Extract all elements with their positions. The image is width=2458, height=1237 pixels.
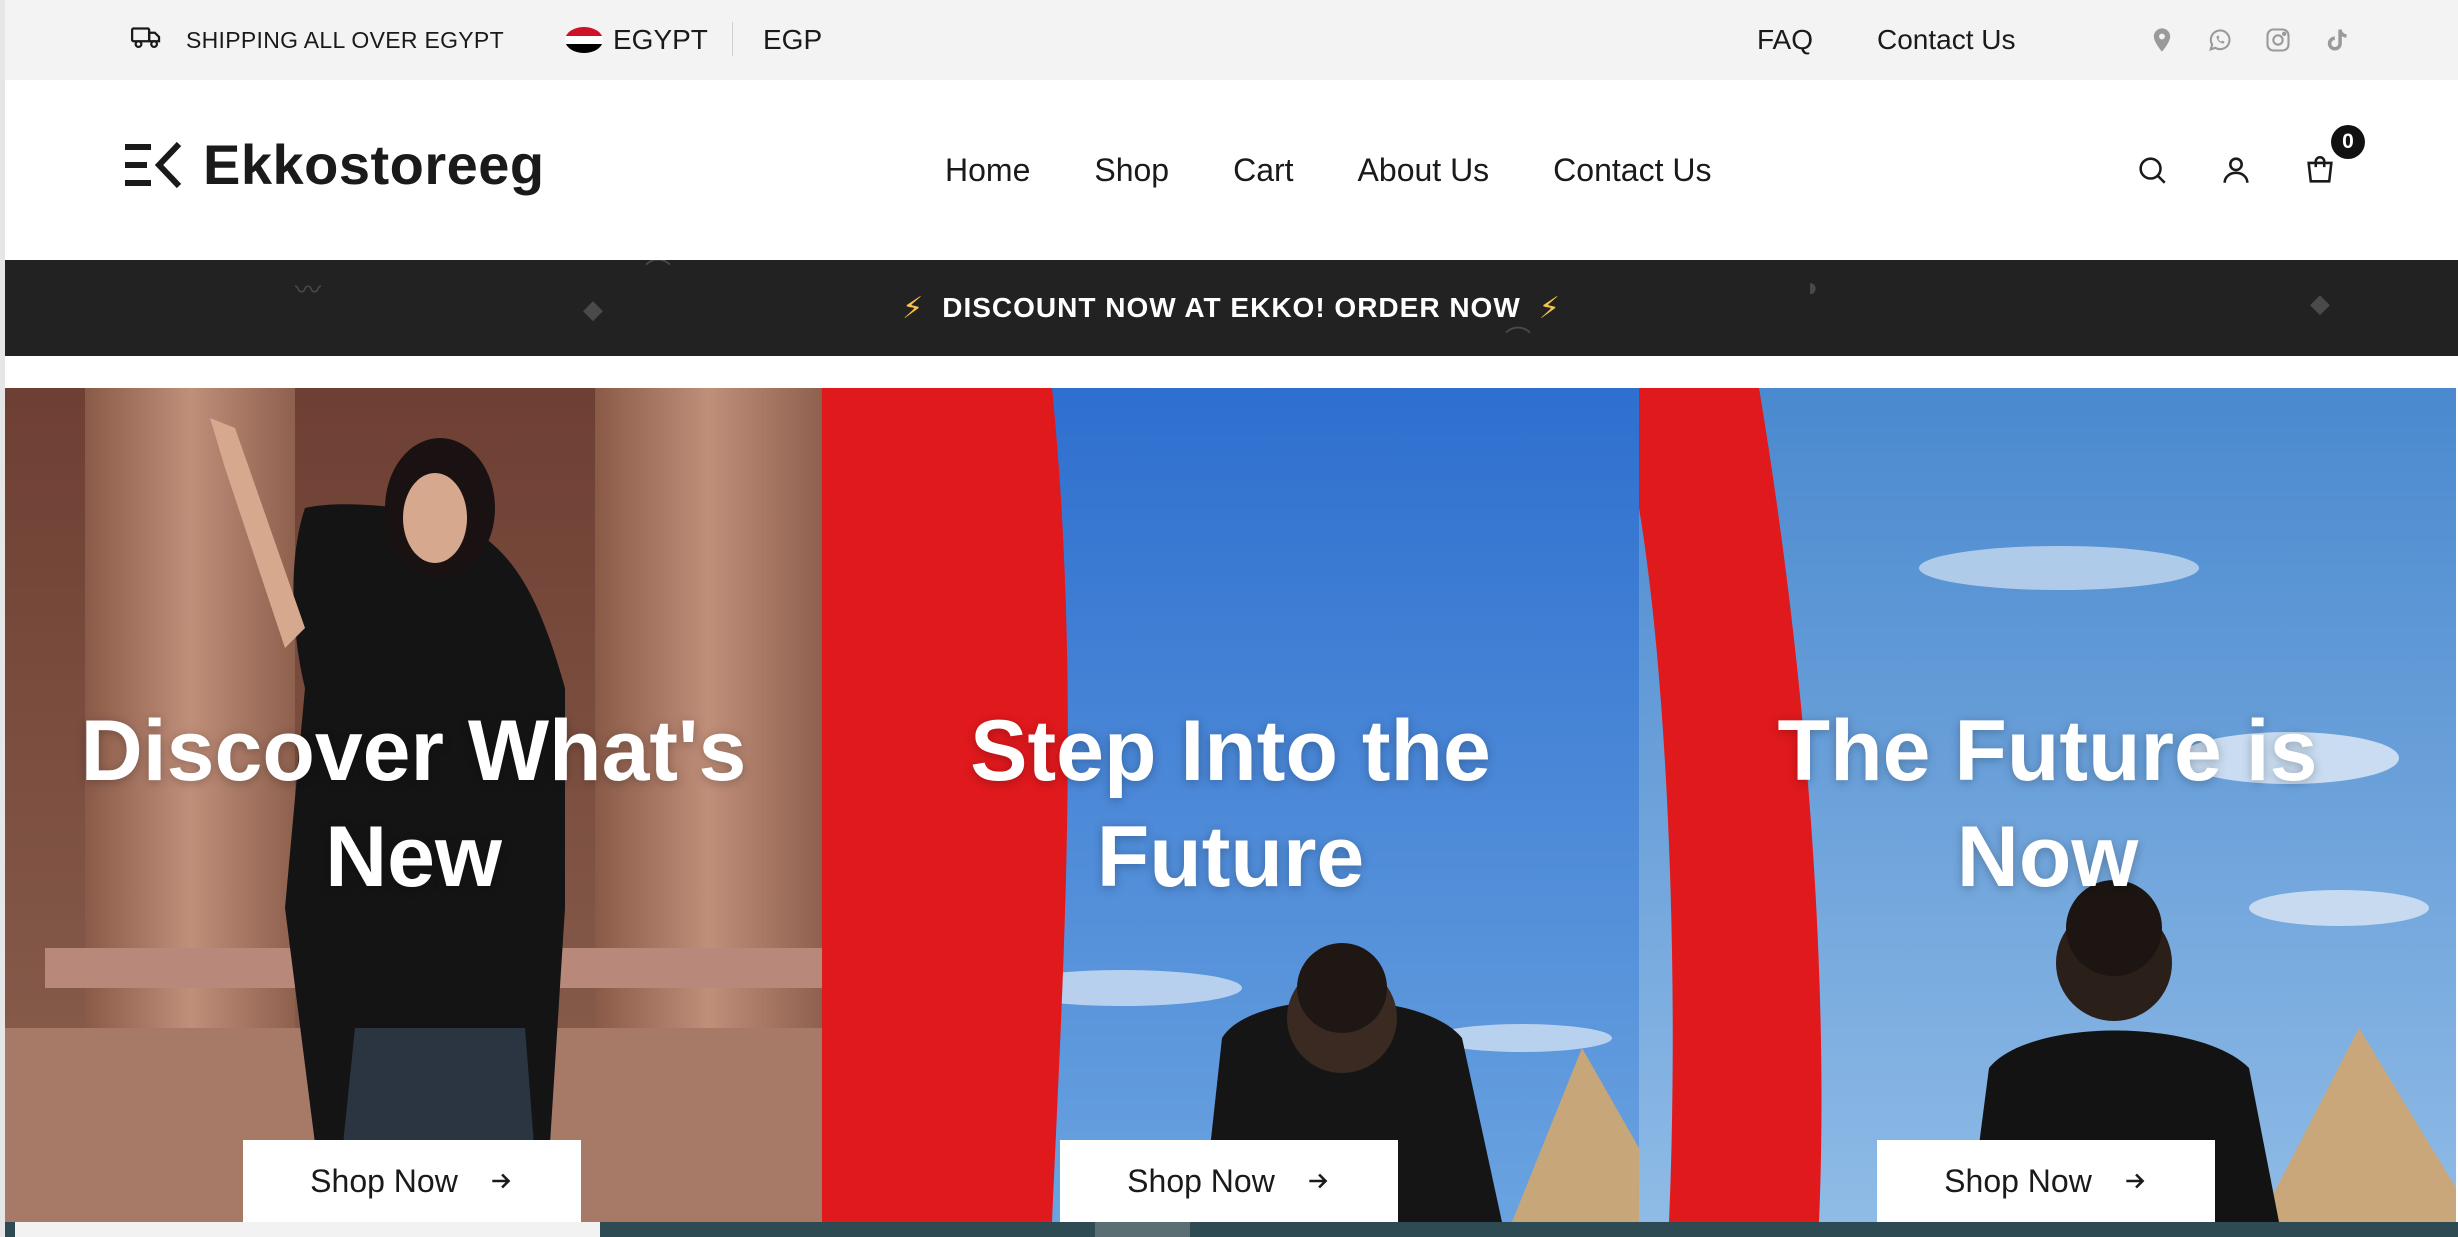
cart-count-badge: 0 — [2331, 125, 2365, 159]
contact-us-top-link[interactable]: Contact Us — [1877, 24, 2016, 56]
site-header: Ekkostoreeg Home Shop Cart About Us Cont… — [5, 80, 2458, 260]
confetti-decoration: ◆ — [583, 294, 603, 324]
shipping-text: SHIPPING ALL OVER EGYPT — [186, 26, 504, 53]
currency-selector[interactable]: EGP — [763, 0, 822, 80]
faq-link[interactable]: FAQ — [1757, 24, 1813, 56]
arrow-right-icon — [492, 1173, 511, 1189]
shop-now-label: Shop Now — [1944, 1162, 2092, 1199]
confetti-decoration: ◗ — [1805, 272, 1821, 302]
arrow-right-icon — [1309, 1173, 1328, 1189]
hero-title: Step Into the Future — [970, 703, 1491, 905]
account-icon[interactable] — [2219, 153, 2253, 187]
whatsapp-icon[interactable] — [2205, 25, 2235, 55]
confetti-decoration: 〰 — [295, 275, 322, 305]
bottom-strip-segment — [1095, 1222, 1190, 1237]
location-pin-icon[interactable] — [2147, 25, 2177, 55]
nav-cart[interactable]: Cart — [1233, 152, 1293, 189]
shop-now-button[interactable]: Shop Now — [243, 1140, 581, 1222]
confetti-decoration: ◆ — [2310, 288, 2330, 318]
shipping-notice: SHIPPING ALL OVER EGYPT — [130, 0, 504, 80]
bottom-strip-segment — [15, 1222, 600, 1237]
announcement-text: DISCOUNT NOW AT EKKO! ORDER NOW — [942, 292, 1521, 323]
nav-home[interactable]: Home — [945, 152, 1030, 189]
lightning-icon: ⚡ — [902, 291, 925, 325]
confetti-decoration: ⌒ — [645, 260, 672, 287]
announcement-message[interactable]: ⚡ DISCOUNT NOW AT EKKO! ORDER NOW ⚡ — [902, 291, 1561, 326]
tiktok-icon[interactable] — [2321, 25, 2351, 55]
hero-title: Discover What's New — [80, 703, 747, 905]
arrow-right-icon — [2126, 1173, 2145, 1189]
cart-icon[interactable]: 0 — [2303, 125, 2365, 187]
top-links: FAQ Contact Us — [1757, 0, 2016, 80]
site-logo[interactable]: Ekkostoreeg — [123, 132, 545, 197]
hero-panel: Step Into the Future Shop Now — [822, 388, 1639, 1222]
nav-contact-us[interactable]: Contact Us — [1553, 152, 1711, 189]
shop-now-button[interactable]: Shop Now — [1060, 1140, 1398, 1222]
search-icon[interactable] — [2135, 153, 2169, 187]
top-bar: SHIPPING ALL OVER EGYPT EGYPT EGP FAQ Co… — [5, 0, 2458, 80]
shop-now-button[interactable]: Shop Now — [1877, 1140, 2215, 1222]
egypt-flag-icon — [565, 27, 603, 53]
social-links — [2147, 0, 2351, 80]
shop-now-label: Shop Now — [310, 1162, 458, 1199]
nav-about-us[interactable]: About Us — [1358, 152, 1490, 189]
currency-label: EGP — [763, 24, 823, 55]
nav-shop[interactable]: Shop — [1094, 152, 1169, 189]
announcement-bar: 〰 ◆ ⌒ ◗ ◆ ⌒ ⚡ DISCOUNT NOW AT EKKO! ORDE… — [5, 260, 2458, 356]
country-label: EGYPT — [613, 24, 708, 55]
ek-logo-icon — [125, 141, 182, 188]
divider — [732, 22, 733, 56]
bottom-strip — [5, 1222, 2458, 1237]
truck-icon — [130, 20, 164, 60]
hero-panel: Discover What's New Shop Now — [5, 388, 822, 1222]
hero-title: The Future is Now — [1777, 703, 2318, 905]
main-nav: Home Shop Cart About Us Contact Us — [945, 80, 1711, 260]
header-actions: 0 — [2135, 80, 2365, 260]
shop-now-label: Shop Now — [1127, 1162, 1275, 1199]
hero-banners: Discover What's New Shop Now Step Into t… — [5, 388, 2458, 1222]
instagram-icon[interactable] — [2263, 25, 2293, 55]
logo-text: Ekkostoreeg — [203, 133, 545, 196]
hero-panel: The Future is Now Shop Now — [1639, 388, 2456, 1222]
page: SHIPPING ALL OVER EGYPT EGYPT EGP FAQ Co… — [0, 0, 2458, 1237]
country-selector[interactable]: EGYPT — [565, 0, 708, 80]
lightning-icon: ⚡ — [1538, 291, 1561, 325]
